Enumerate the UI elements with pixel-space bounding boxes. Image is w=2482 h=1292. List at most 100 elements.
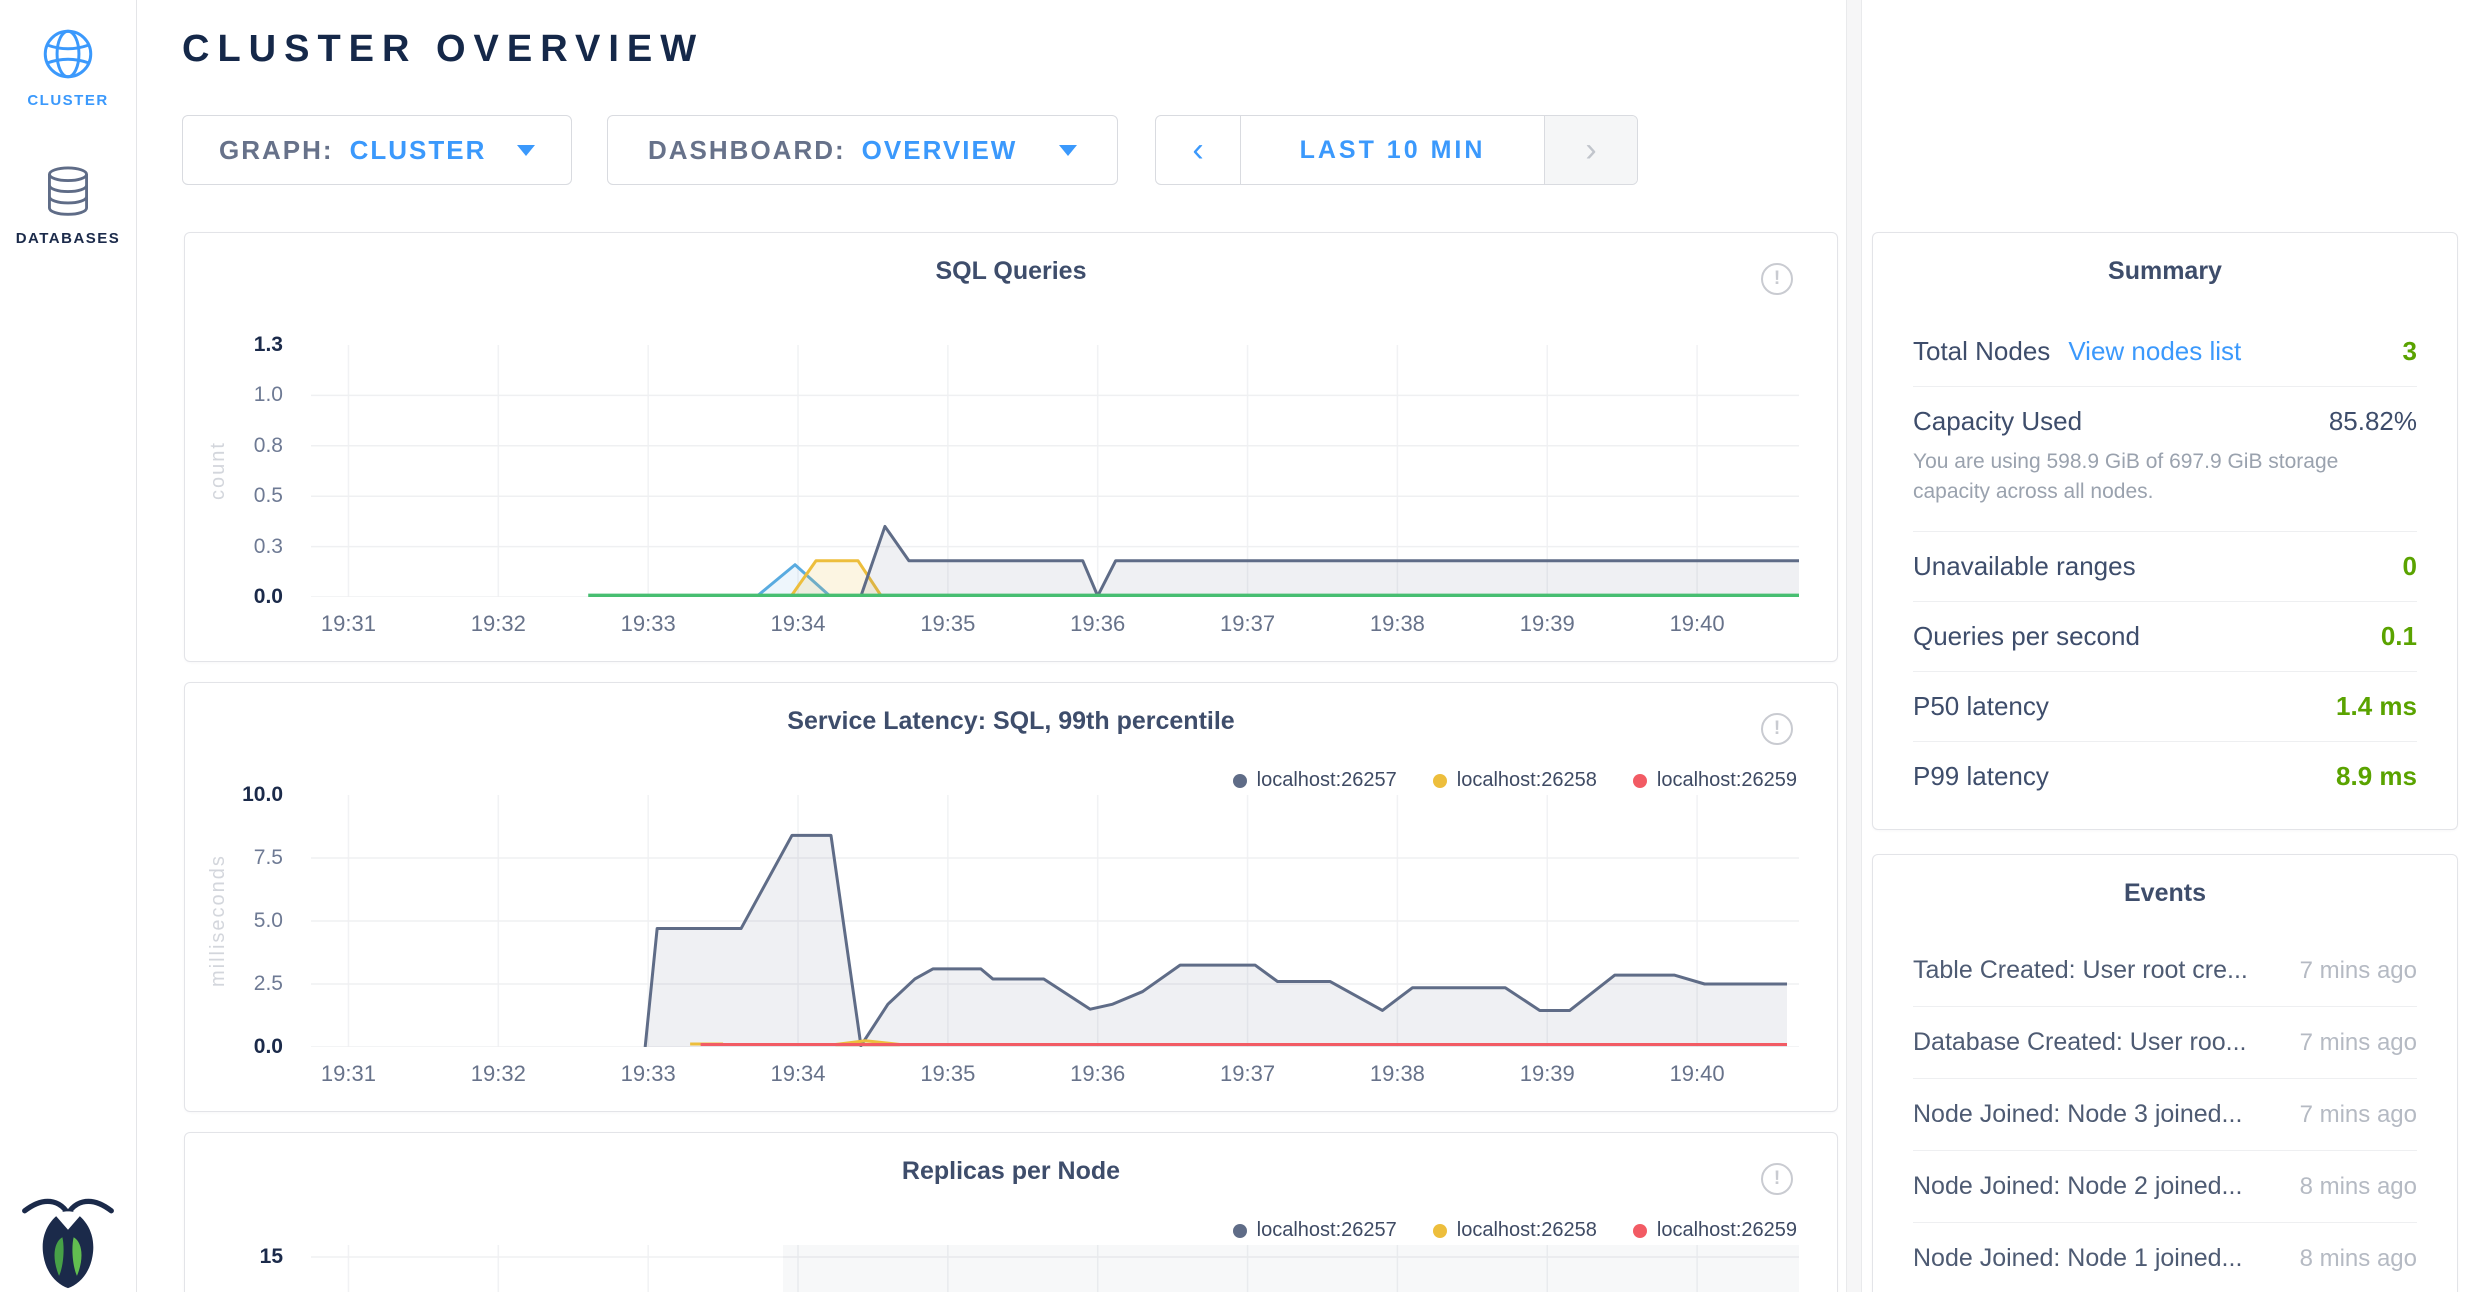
database-icon [41,164,95,220]
summary-row-total-nodes: Total NodesView nodes list 3 [1913,317,2417,387]
capacity-label: Capacity Used [1913,406,2082,437]
chevron-down-icon [1059,145,1077,156]
legend-label: localhost:26259 [1657,1219,1797,1242]
scrollbar[interactable] [1846,0,1862,1292]
legend-label: localhost:26257 [1257,1219,1397,1242]
chart-card-service-latency: Service Latency: SQL, 99th percentile ! … [184,682,1838,1112]
x-tick-label: 19:33 [621,611,676,637]
chart-title: Service Latency: SQL, 99th percentile [185,707,1837,736]
x-tick-label: 19:36 [1070,1061,1125,1087]
x-tick-label: 19:35 [920,611,975,637]
legend-label: localhost:26258 [1457,1219,1597,1242]
info-icon[interactable]: ! [1761,713,1793,745]
x-tick-label: 19:39 [1520,611,1575,637]
chevron-down-icon [517,145,535,156]
event-row[interactable]: Database Created: User roo... 7 mins ago [1913,1007,2417,1079]
x-tick-label: 19:31 [321,1061,376,1087]
dashboard-dropdown[interactable]: DASHBOARD: OVERVIEW [607,115,1118,185]
total-nodes-label: Total Nodes [1913,336,2050,366]
legend-item: localhost:26257 [1233,769,1397,792]
y-tick-label: 0.3 [254,535,283,559]
sidebar-item-cluster[interactable]: CLUSTER [0,26,136,109]
chart-canvas [311,795,1799,1047]
y-tick-label: 2.5 [254,972,283,996]
sidebar: CLUSTER DATABASES [0,0,137,1292]
events-list: Table Created: User root cre... 7 mins a… [1913,935,2417,1292]
legend-item: localhost:26259 [1633,769,1797,792]
time-window-prev-button[interactable]: ‹ [1156,116,1240,184]
x-tick-label: 19:33 [621,1061,676,1087]
graph-dropdown[interactable]: GRAPH: CLUSTER [182,115,572,185]
chevron-left-icon: ‹ [1192,131,1203,170]
plot-area[interactable] [311,345,1799,597]
chevron-right-icon: › [1585,131,1596,170]
summary-row-unavailable-ranges: Unavailable ranges 0 [1913,532,2417,602]
legend-dot-icon [1233,1224,1247,1238]
legend-dot-icon [1433,774,1447,788]
x-tick-labels: 19:3119:3219:3319:3419:3519:3619:3719:38… [311,1061,1799,1089]
chart-card-replicas-per-node: Replicas per Node ! localhost:26257 local… [184,1132,1838,1292]
x-tick-label: 19:32 [471,611,526,637]
page-title: CLUSTER OVERVIEW [182,28,704,71]
x-tick-label: 19:40 [1670,1061,1725,1087]
capacity-value: 85.82% [2329,406,2417,437]
y-tick-labels: 0.00.30.50.81.01.3 [185,345,297,597]
legend-item: localhost:26258 [1433,1219,1597,1242]
y-tick-label: 0.5 [254,484,283,508]
chart-card-sql-queries: SQL Queries ! count 0.00.30.50.81.01.3 1… [184,232,1838,662]
y-tick-label: 7.5 [254,846,283,870]
plot-area[interactable] [311,1245,1799,1292]
plot-area[interactable] [311,795,1799,1047]
chart-title: Replicas per Node [185,1157,1837,1186]
sidebar-item-label: CLUSTER [0,92,136,109]
x-tick-label: 19:37 [1220,1061,1275,1087]
info-icon[interactable]: ! [1761,1163,1793,1195]
x-tick-label: 19:36 [1070,611,1125,637]
capacity-note: You are using 598.9 GiB of 697.9 GiB sto… [1913,447,2417,512]
graph-dropdown-label: GRAPH: [219,135,334,166]
x-tick-label: 19:37 [1220,611,1275,637]
dashboard-dropdown-value: OVERVIEW [862,135,1018,166]
legend-dot-icon [1433,1224,1447,1238]
x-tick-label: 19:32 [471,1061,526,1087]
legend-label: localhost:26258 [1457,769,1597,792]
cockroachdb-logo [19,1192,117,1290]
y-tick-label: 1.3 [254,333,283,357]
y-tick-label: 0.8 [254,434,283,458]
time-window-label[interactable]: LAST 10 MIN [1240,116,1545,184]
legend-dot-icon [1633,774,1647,788]
chart-title: SQL Queries [185,257,1837,286]
info-icon[interactable]: ! [1761,263,1793,295]
view-nodes-list-link[interactable]: View nodes list [2068,336,2241,366]
summary-body: Total NodesView nodes list 3 Capacity Us… [1913,317,2417,811]
y-tick-label: 0.0 [254,1035,283,1059]
summary-title: Summary [1873,257,2457,286]
chart-canvas [311,1245,1799,1292]
sidebar-item-label: DATABASES [0,230,136,247]
x-tick-label: 19:39 [1520,1061,1575,1087]
event-row[interactable]: Node Joined: Node 2 joined... 8 mins ago [1913,1151,2417,1223]
events-panel: Events Table Created: User root cre... 7… [1872,854,2458,1292]
legend-item: localhost:26258 [1433,769,1597,792]
legend-item: localhost:26259 [1633,1219,1797,1242]
y-tick-label: 10.0 [242,783,283,807]
cluster-overview-page: CLUSTER DATABASES CLUSTER OVERV [0,0,2482,1292]
y-tick-labels: 0.02.55.07.510.0 [185,795,297,1047]
summary-row-capacity: Capacity Used 85.82% You are using 598.9… [1913,387,2417,532]
time-window-next-button[interactable]: › [1545,116,1637,184]
x-tick-label: 19:34 [770,1061,825,1087]
sidebar-item-databases[interactable]: DATABASES [0,164,136,247]
summary-row-p99-latency: P99 latency 8.9 ms [1913,742,2417,811]
x-tick-label: 19:38 [1370,611,1425,637]
chart-canvas [311,345,1799,597]
y-tick-label: 1.0 [254,383,283,407]
event-row[interactable]: Node Joined: Node 3 joined... 7 mins ago [1913,1079,2417,1151]
y-tick-label: 15 [260,1245,283,1269]
legend-label: localhost:26259 [1657,769,1797,792]
x-tick-label: 19:35 [920,1061,975,1087]
event-row[interactable]: Node Joined: Node 1 joined... 8 mins ago [1913,1223,2417,1292]
legend-dot-icon [1633,1224,1647,1238]
y-tick-label: 0.0 [254,585,283,609]
event-row[interactable]: Table Created: User root cre... 7 mins a… [1913,935,2417,1007]
summary-panel: Summary Total NodesView nodes list 3 Cap… [1872,232,2458,830]
